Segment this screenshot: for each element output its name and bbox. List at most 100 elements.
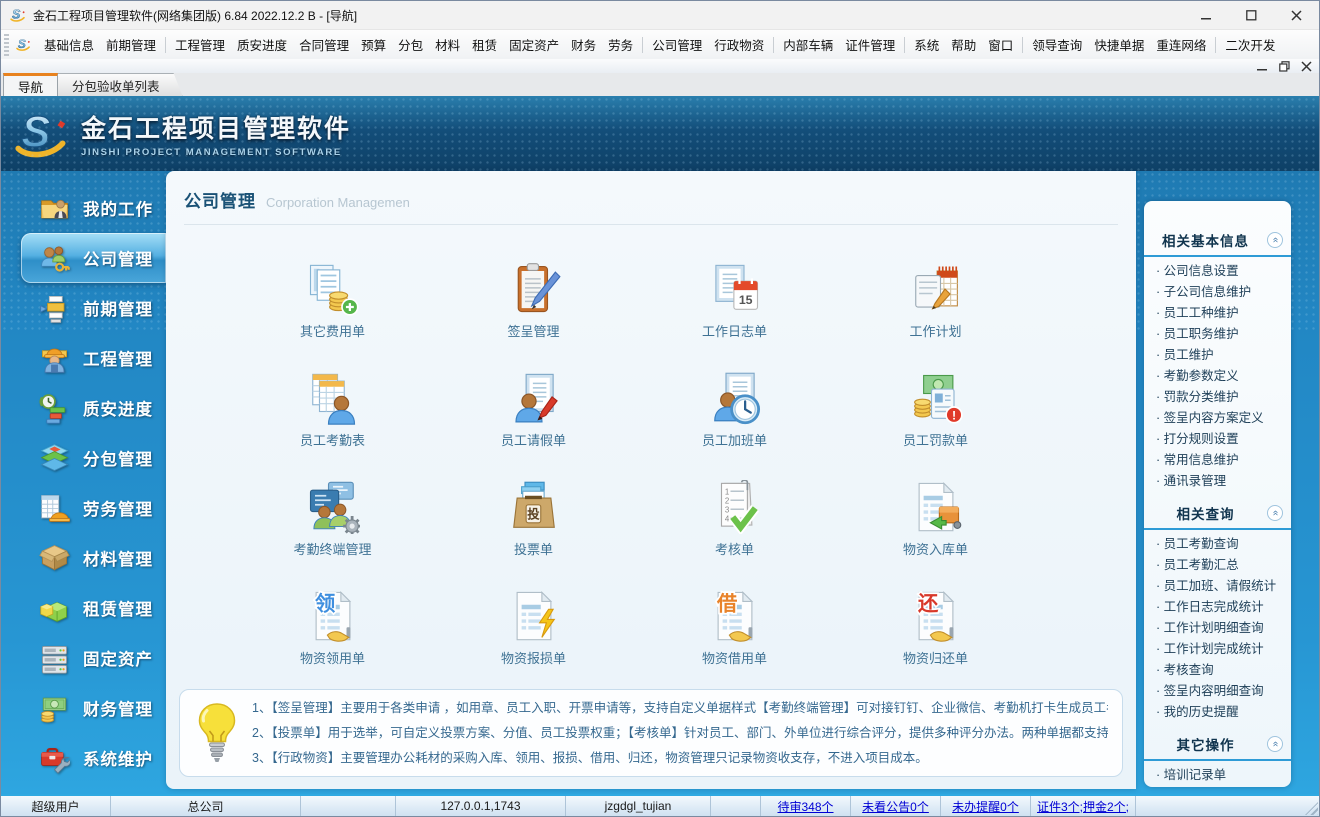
sidebar-item-material[interactable]: 材料管理 (1, 533, 166, 583)
panel-item[interactable]: 通讯录管理 (1144, 471, 1291, 492)
sidebar-item-pre-project[interactable]: 前期管理 (1, 283, 166, 333)
menu-item[interactable]: 固定资产 (503, 30, 565, 59)
menu-item[interactable]: 工程管理 (169, 30, 231, 59)
sidebar-item-engineering[interactable]: 工程管理 (1, 333, 166, 383)
sidebar-item-subcontract[interactable]: 分包管理 (1, 433, 166, 483)
panel-item[interactable]: 员工考勤汇总 (1144, 555, 1291, 576)
grid-item-leave-request[interactable]: 员工请假单 (433, 348, 634, 457)
panel-item[interactable]: 签呈内容明细查询 (1144, 681, 1291, 702)
panel-item[interactable]: 考核查询 (1144, 660, 1291, 681)
grid-item-ballot[interactable]: 投 投票单 (433, 457, 634, 566)
status-link[interactable]: 未办提醒0个 (941, 796, 1031, 816)
menu-item[interactable]: 公司管理 (646, 30, 708, 59)
grid-item-overtime[interactable]: 员工加班单 (634, 348, 835, 457)
menu-item[interactable]: 分包 (392, 30, 429, 59)
sidebar-item-company-mgmt[interactable]: 公司管理 (21, 233, 166, 283)
minimize-button[interactable] (1184, 1, 1229, 29)
toolbar-grip[interactable] (4, 33, 9, 56)
sidebar-item-leasing[interactable]: 租赁管理 (1, 583, 166, 633)
panel-item[interactable]: 打分规则设置 (1144, 429, 1291, 450)
sidebar-item-label: 材料管理 (83, 551, 153, 569)
page-title: 公司管理 (184, 192, 256, 211)
sidebar-item-my-work[interactable]: 我的工作 (1, 183, 166, 233)
panel-item[interactable]: 考勤参数定义 (1144, 366, 1291, 387)
panel-item[interactable]: 培训记录单 (1144, 765, 1291, 786)
tab-active[interactable]: 导航 (3, 73, 59, 96)
collapse-chevron-icon[interactable]: « (1267, 736, 1283, 752)
grid-item-material-in[interactable]: 物资入库单 (835, 457, 1036, 566)
maximize-button[interactable] (1229, 1, 1274, 29)
close-button[interactable] (1274, 1, 1319, 29)
grid-item-other-expense[interactable]: 其它费用单 (232, 239, 433, 348)
status-segment: 总公司 (111, 796, 301, 816)
panel-item[interactable]: 员工职务维护 (1144, 324, 1291, 345)
tab-inactive[interactable]: 分包验收单列表 (58, 73, 183, 96)
menu-item[interactable]: 内部车辆 (777, 30, 839, 59)
panel-item[interactable]: 子公司信息维护 (1144, 282, 1291, 303)
panel-section-header[interactable]: 其它操作 « (1144, 729, 1291, 761)
panel-item[interactable]: 员工维护 (1144, 345, 1291, 366)
status-link[interactable]: 待审348个 (761, 796, 851, 816)
menu-item[interactable]: 证件管理 (839, 30, 901, 59)
panel-item[interactable]: 员工工种维护 (1144, 303, 1291, 324)
collapse-chevron-icon[interactable]: « (1267, 505, 1283, 521)
menu-separator (1022, 36, 1024, 53)
panel-item[interactable]: 罚款分类维护 (1144, 387, 1291, 408)
grid-item-material-damage[interactable]: 物资报损单 (433, 566, 634, 675)
panel-item[interactable]: 工作计划完成统计 (1144, 639, 1291, 660)
menu-item[interactable]: 租赁 (466, 30, 503, 59)
mdi-restore-button[interactable] (1277, 60, 1291, 72)
menu-item[interactable]: 领导查询 (1026, 30, 1088, 59)
panel-item[interactable]: 我的历史提醒 (1144, 702, 1291, 723)
grid-item-employee-fine[interactable]: ! 员工罚款单 (835, 348, 1036, 457)
collapse-chevron-icon[interactable]: « (1267, 232, 1283, 248)
menu-item[interactable]: 系统 (908, 30, 945, 59)
panel-item[interactable]: 公司信息设置 (1144, 261, 1291, 282)
menu-item[interactable]: 材料 (429, 30, 466, 59)
resize-grip[interactable] (1305, 802, 1318, 815)
menu-item[interactable]: 重连网络 (1150, 30, 1212, 59)
grid-item-material-return[interactable]: 还 物资归还单 (835, 566, 1036, 675)
panel-item[interactable]: 签呈内容方案定义 (1144, 408, 1291, 429)
sidebar-item-finance[interactable]: 财务管理 (1, 683, 166, 733)
grid-item-approval-mgmt[interactable]: 签呈管理 (433, 239, 634, 348)
grid-item-work-plan[interactable]: 工作计划 (835, 239, 1036, 348)
panel-item[interactable]: 工作日志完成统计 (1144, 597, 1291, 618)
menu-separator (904, 36, 906, 53)
menu-item[interactable]: 财务 (565, 30, 602, 59)
menu-item[interactable]: 质安进度 (231, 30, 293, 59)
menu-item[interactable]: 合同管理 (293, 30, 355, 59)
menu-item[interactable]: 前期管理 (100, 30, 162, 59)
sidebar-item-quality-progress[interactable]: 质安进度 (1, 383, 166, 433)
menu-item[interactable]: 劳务 (602, 30, 639, 59)
sidebar-item-fixed-assets[interactable]: 固定资产 (1, 633, 166, 683)
menu-item[interactable]: 帮助 (945, 30, 982, 59)
grid-item-assessment[interactable]: 1234 考核单 (634, 457, 835, 566)
grid-item-material-borrow[interactable]: 借 物资借用单 (634, 566, 835, 675)
panel-item[interactable]: 工资归集单 (1144, 786, 1291, 787)
panel-item[interactable]: 员工考勤查询 (1144, 534, 1291, 555)
grid-item-label: 工作日志单 (701, 324, 767, 339)
grid-item-attendance-sheet[interactable]: 员工考勤表 (232, 348, 433, 457)
status-link[interactable]: 未看公告0个 (851, 796, 941, 816)
panel-section-header[interactable]: 相关基本信息 « (1144, 225, 1291, 257)
grid-item-work-log[interactable]: 15 工作日志单 (634, 239, 835, 348)
menu-separator (642, 36, 644, 53)
panel-section-header[interactable]: 相关查询 « (1144, 498, 1291, 530)
menu-item[interactable]: 窗口 (982, 30, 1019, 59)
menu-item[interactable]: 预算 (355, 30, 392, 59)
sidebar-item-system-maintenance[interactable]: 系统维护 (1, 733, 166, 783)
panel-item[interactable]: 常用信息维护 (1144, 450, 1291, 471)
status-link[interactable]: 证件3个;押金2个; (1031, 796, 1136, 816)
menu-item[interactable]: 快捷单据 (1088, 30, 1150, 59)
menu-item[interactable]: 二次开发 (1219, 30, 1281, 59)
menu-item[interactable]: 基础信息 (38, 30, 100, 59)
mdi-close-button[interactable] (1299, 60, 1313, 72)
grid-item-material-requisition[interactable]: 领 物资领用单 (232, 566, 433, 675)
panel-item[interactable]: 工作计划明细查询 (1144, 618, 1291, 639)
sidebar-item-labor[interactable]: 劳务管理 (1, 483, 166, 533)
grid-item-attendance-terminal[interactable]: 考勤终端管理 (232, 457, 433, 566)
mdi-minimize-button[interactable] (1255, 60, 1269, 72)
menu-item[interactable]: 行政物资 (708, 30, 770, 59)
panel-item[interactable]: 员工加班、请假统计 (1144, 576, 1291, 597)
